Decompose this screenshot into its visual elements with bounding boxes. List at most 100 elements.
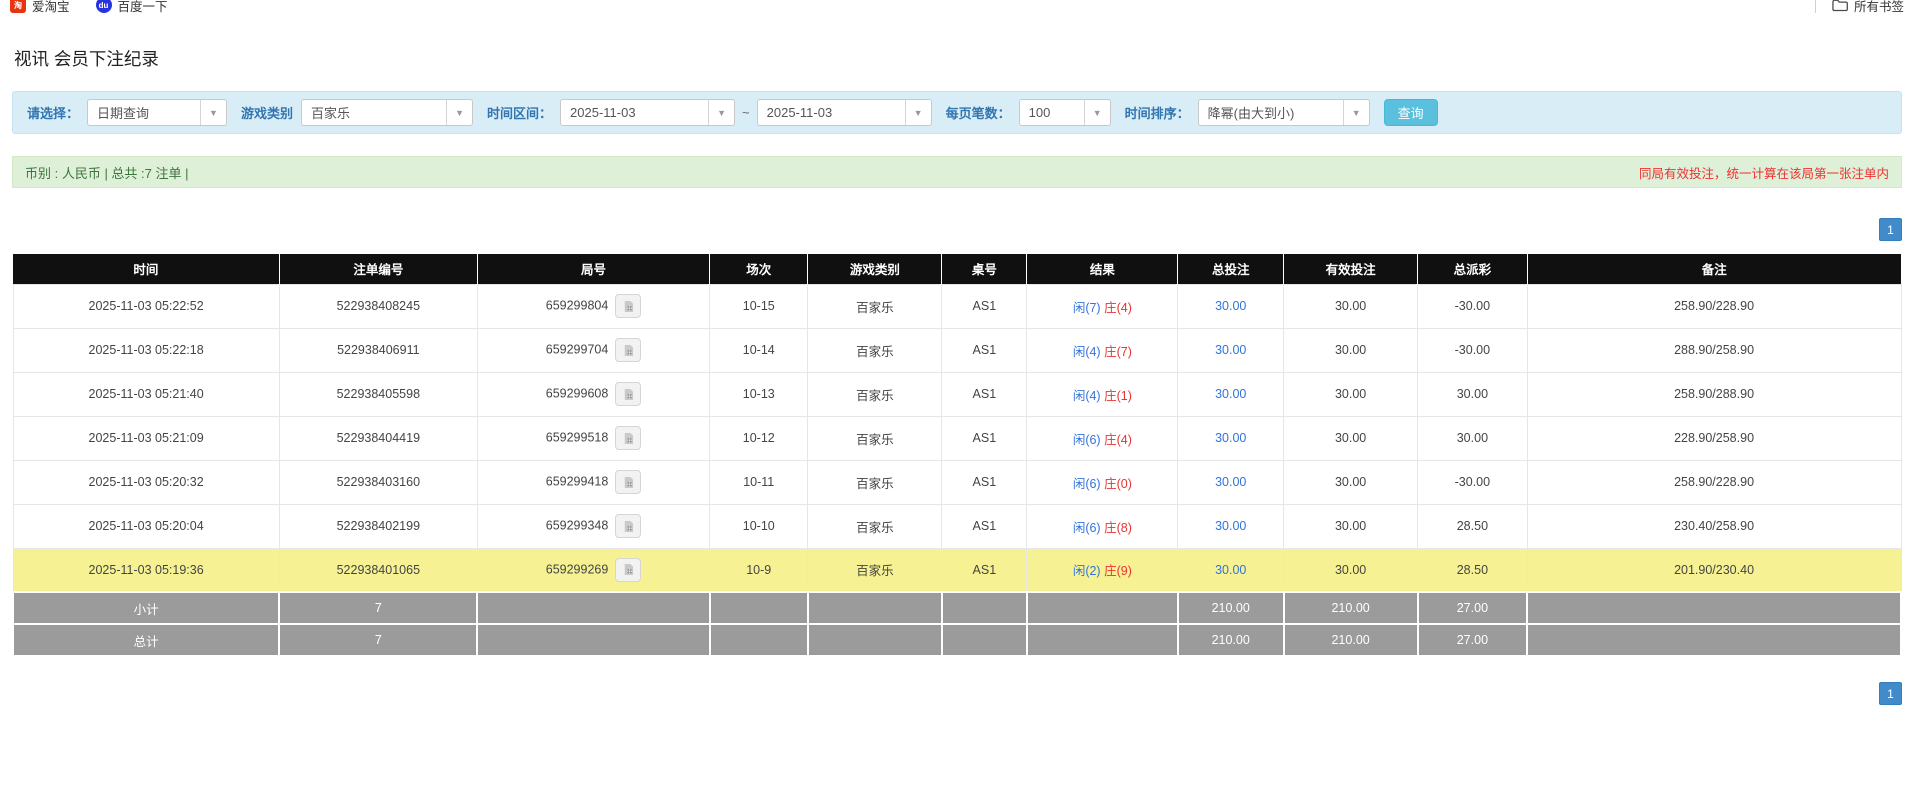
sum-empty [806,623,943,657]
date-to-select[interactable]: 2025-11-03 ▼ [756,99,932,126]
cell-total-bet: 30.00 [1177,371,1285,417]
bookmark-label: 爱淘宝 [32,0,70,14]
cell-note: 288.90/258.90 [1526,327,1902,373]
cell-result: 闲(2) 庄(9) [1026,547,1179,593]
sum-empty [940,623,1028,657]
cell-valid-bet: 30.00 [1283,459,1419,505]
pagination-bottom: 1 [0,682,1902,705]
table-row: 2025-11-03 05:20:32 522938403160 659299418… [12,459,1902,505]
cell-valid-bet: 30.00 [1283,283,1419,329]
round-number: 659299348 [545,518,609,533]
result-player: 闲(7) [1072,300,1101,315]
cell-result: 闲(6) 庄(8) [1026,503,1179,549]
all-bookmarks-button[interactable]: 所有书签 [1832,0,1904,14]
betting-records-table: 时间 注单编号 局号 场次 游戏类别 桌号 结果 总投注 有效投注 总派彩 备注 2025-11-0… [11,254,1902,657]
video-replay-button[interactable] [615,382,642,406]
result-player: 闲(6) [1072,476,1101,491]
cell-table-no: AS1 [941,503,1028,549]
date-mode-value: 日期查询 [97,106,150,121]
cell-game-type: 百家乐 [807,547,943,593]
table-row: 2025-11-03 05:22:52 522938408245 659299804… [12,283,1902,329]
table-row: 2025-11-03 05:19:36 522938401065 659299269… [12,547,1902,593]
page-title: 视讯 会员下注纪录 [14,49,159,69]
date-from-value: 2025-11-03 [570,105,636,120]
page-1-button[interactable]: 1 [1879,218,1902,241]
sort-label: 时间排序： [1124,106,1190,121]
sum-valid-bet: 210.00 [1282,591,1419,625]
cell-session: 10-9 [709,547,809,593]
cell-note: 258.90/228.90 [1526,459,1902,505]
pagination-top: 1 [0,218,1902,241]
cell-round-id: 659299704 [476,327,711,373]
sum-empty [708,623,809,657]
total-bet-link[interactable]: 30.00 [1215,475,1246,489]
total-bet-link[interactable]: 30.00 [1215,299,1246,313]
video-replay-button[interactable] [615,338,642,362]
sum-empty [1526,623,1902,657]
column-header: 时间 [13,254,280,284]
currency-summary-text: 币别 : 人民币 | 总共 :7 注单 | [25,165,189,181]
table-row: 2025-11-03 05:21:40 522938405598 659299608… [12,371,1902,417]
total-bet-link[interactable]: 30.00 [1215,563,1246,577]
cell-time: 2025-11-03 05:21:40 [12,371,280,417]
chevron-down-icon: ▼ [708,100,734,125]
game-type-select[interactable]: 百家乐 ▼ [301,99,474,126]
cell-table-no: AS1 [941,415,1028,461]
cell-round-id: 659299608 [476,371,711,417]
table-row: 2025-11-03 05:20:04 522938402199 659299348… [12,503,1902,549]
cell-game-type: 百家乐 [807,503,943,549]
column-header: 备注 [1527,254,1901,284]
column-header: 有效投注 [1283,254,1419,284]
bookmark-baidu[interactable]: du 百度一下 [95,0,168,14]
sum-empty [708,591,809,625]
video-replay-button[interactable] [615,557,642,582]
cell-payout: 28.50 [1417,547,1528,593]
cell-result: 闲(4) 庄(1) [1026,371,1179,417]
sort-select[interactable]: 降幂(由大到小) ▼ [1197,99,1370,126]
sum-payout: 27.00 [1416,591,1529,625]
cell-total-bet: 30.00 [1177,327,1285,373]
date-from-select[interactable]: 2025-11-03 ▼ [560,99,736,126]
cell-valid-bet: 30.00 [1283,503,1419,549]
page-1-button[interactable]: 1 [1879,682,1902,705]
date-mode-select[interactable]: 日期查询 ▼ [87,99,228,126]
cell-payout: -30.00 [1417,459,1528,505]
cell-table-no: AS1 [941,547,1028,593]
sort-value: 降幂(由大到小) [1207,106,1295,121]
sum-empty [940,591,1028,625]
cell-session: 10-14 [709,327,809,373]
video-replay-button[interactable] [615,514,642,538]
video-replay-icon [624,520,633,532]
video-replay-button[interactable] [615,294,642,318]
cell-round-id: 659299418 [476,459,711,505]
cell-valid-bet: 30.00 [1283,327,1419,373]
cell-bet-id: 522938405598 [278,371,478,417]
chevron-down-icon: ▼ [904,100,931,125]
total-bet-link[interactable]: 30.00 [1215,519,1246,533]
total-bet-link[interactable]: 30.00 [1215,431,1246,445]
all-bookmarks-label: 所有书签 [1853,0,1904,14]
total-bet-link[interactable]: 30.00 [1215,343,1246,357]
per-page-select[interactable]: 100 ▼ [1018,99,1111,126]
video-replay-button[interactable] [615,426,642,450]
date-to-value: 2025-11-03 [766,105,833,120]
cell-game-type: 百家乐 [807,283,943,329]
chevron-down-icon: ▼ [1083,100,1110,125]
bookmark-taobao[interactable]: 淘 爱淘宝 [10,0,70,14]
cell-bet-id: 522938401065 [278,547,478,593]
column-header: 场次 [709,254,809,284]
per-page-value: 100 [1028,105,1051,120]
sum-payout: 27.00 [1416,623,1529,657]
video-replay-button[interactable] [615,470,642,494]
cell-table-no: AS1 [941,327,1028,373]
query-button[interactable]: 查询 [1383,99,1438,126]
baidu-icon: du [95,0,112,13]
round-number: 659299518 [545,430,609,445]
cell-result: 闲(6) 庄(4) [1026,415,1179,461]
summary-bar: 币别 : 人民币 | 总共 :7 注单 | 同局有效投注，统一计算在该局第一张注… [12,156,1902,188]
sum-empty [1526,591,1902,625]
sum-empty [1025,623,1179,657]
cell-session: 10-12 [709,415,809,461]
video-replay-icon [624,344,633,356]
total-bet-link[interactable]: 30.00 [1215,387,1246,401]
